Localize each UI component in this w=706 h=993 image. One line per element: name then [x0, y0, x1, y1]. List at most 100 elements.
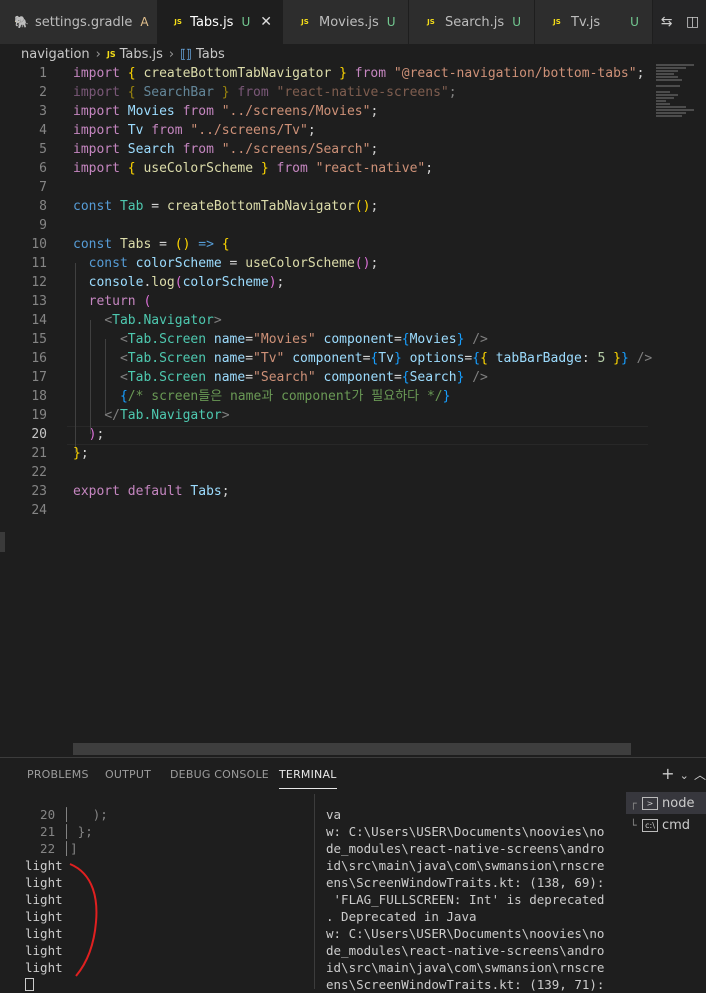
code-token: "../screens/Search"	[221, 142, 371, 157]
code-token: import	[73, 85, 120, 100]
code-token: {	[127, 161, 136, 176]
code-line[interactable]: 4 import Tv from "../screens/Tv";	[0, 121, 648, 140]
line-code: <Tab.Screen name="Tv" component={Tv} opt…	[73, 349, 652, 368]
horizontal-scrollbar[interactable]	[73, 743, 631, 755]
code-line[interactable]: 1 import { createBottomTabNavigator } fro…	[0, 64, 648, 83]
code-line[interactable]: 6 import { useColorScheme } from "react-n…	[0, 159, 648, 178]
code-line[interactable]: 16 <Tab.Screen name="Tv" component={Tv} …	[0, 349, 652, 368]
code-line[interactable]: 13 return (	[0, 292, 648, 311]
code-line[interactable]: 14 <Tab.Navigator>	[0, 311, 648, 330]
terminal-item-cmd[interactable]: └ c:\ cmd	[626, 814, 706, 836]
line-code: import { createBottomTabNavigator } from…	[73, 64, 644, 83]
terminal-output-right[interactable]: va w: C:\Users\USER\Documents\noovies\no d…	[326, 806, 604, 993]
tab-terminal[interactable]: TERMINAL	[279, 768, 337, 789]
tab-movies-js[interactable]: JS Movies.js U	[283, 0, 409, 44]
code-token: }	[393, 351, 402, 366]
code-line[interactable]: 21};	[0, 444, 648, 463]
code-line[interactable]: 10 const Tabs = () => {	[0, 235, 648, 254]
terminal-line: ens\ScreenWindowTraits.kt: (138, 69):	[326, 875, 605, 890]
code-line[interactable]: 15 <Tab.Screen name="Movies" component={…	[0, 330, 648, 349]
code-token: }	[339, 66, 347, 81]
compare-icon[interactable]: ⇆	[661, 14, 673, 30]
code-token: {	[401, 332, 410, 347]
code-token: <	[119, 370, 128, 385]
terminal-item-node[interactable]: ┌ > node	[626, 792, 706, 814]
code-line[interactable]: 12 console.log(colorScheme);	[0, 273, 648, 292]
symbol-icon: ⟦⟧	[180, 47, 192, 61]
code-token: Movies	[409, 332, 457, 347]
maximize-icon[interactable]: ︿	[694, 768, 706, 782]
code-line[interactable]: 2 import { SearchBar } from "react-native…	[0, 83, 648, 102]
split-editor-icon[interactable]: ◫	[686, 14, 699, 30]
code-token: Movies	[127, 104, 175, 119]
code-editor[interactable]: 1 import { createBottomTabNavigator } fro…	[0, 64, 652, 756]
line-number: 10	[31, 237, 47, 252]
tab-settings-gradle[interactable]: 🐘 settings.gradle A	[0, 0, 158, 44]
code-line[interactable]: 19 </Tab.Navigator>	[0, 406, 648, 425]
tab-problems[interactable]: PROBLEMS	[27, 768, 89, 781]
code-token: colorScheme	[182, 275, 269, 290]
code-line[interactable]: 22	[0, 463, 648, 482]
tab-tabs-js[interactable]: JS Tabs.js U ✕	[158, 0, 283, 44]
code-token: from	[237, 85, 269, 100]
tab-label: Movies.js	[319, 14, 379, 30]
minimap[interactable]	[656, 64, 696, 124]
code-line[interactable]: 18 {/* screen들은 name과 component가 필요하다 */…	[0, 387, 648, 406]
code-token: from	[182, 104, 214, 119]
cmd-icon: c:\	[642, 818, 658, 832]
code-token: >	[213, 313, 222, 328]
code-token: =	[245, 332, 254, 347]
breadcrumb-file[interactable]: Tabs.js	[120, 47, 163, 62]
code-token: }	[620, 351, 629, 366]
code-line[interactable]: 8 const Tab = createBottomTabNavigator();	[0, 197, 648, 216]
code-line[interactable]: 20 );	[0, 425, 648, 444]
code-line[interactable]: 7	[0, 178, 648, 197]
chevron-down-icon[interactable]: ⌄	[680, 769, 689, 782]
code-line[interactable]: 3 import Movies from "../screens/Movies";	[0, 102, 648, 121]
terminal-icon: >	[642, 796, 658, 810]
line-code: export default Tabs;	[73, 482, 230, 501]
line-code: <Tab.Navigator>	[73, 311, 222, 330]
code-line[interactable]: 11 const colorScheme = useColorScheme();	[0, 254, 648, 273]
code-token: Tab.Navigator	[112, 313, 214, 328]
code-token: "Search"	[253, 370, 316, 385]
line-code: const colorScheme = useColorScheme();	[73, 254, 379, 273]
code-token: const	[73, 237, 113, 252]
code-line[interactable]: 9	[0, 216, 648, 235]
code-line[interactable]: 24	[0, 501, 648, 520]
tab-label: Tv.js	[571, 14, 601, 30]
add-terminal-icon[interactable]: +	[661, 764, 674, 783]
close-icon[interactable]: ✕	[260, 14, 272, 30]
code-token: options	[409, 351, 465, 366]
code-token: ()	[354, 256, 371, 271]
tab-search-js[interactable]: JS Search.js U	[409, 0, 535, 44]
breadcrumb-folder[interactable]: navigation	[21, 47, 90, 62]
code-line[interactable]: 5 import Search from "../screens/Search";	[0, 140, 648, 159]
panel-tabs: PROBLEMS OUTPUT DEBUG CONSOLE TERMINAL +…	[0, 758, 706, 792]
code-line[interactable]: 17 <Tab.Screen name="Search" component={…	[0, 368, 648, 387]
terminal-line: id\src\main\java\com\swmansion\rnscre	[326, 960, 605, 975]
line-code: return (	[73, 292, 152, 311]
code-token: import	[73, 123, 120, 138]
code-line[interactable]: 23 export default Tabs;	[0, 482, 648, 501]
chevron-right-icon: ›	[95, 46, 101, 62]
tab-debug-console[interactable]: DEBUG CONSOLE	[170, 768, 269, 781]
code-token: default	[127, 484, 183, 499]
terminal-line: 20 │ );	[25, 807, 108, 822]
tab-tv-js[interactable]: JS Tv.js U	[535, 0, 653, 44]
terminal-split-divider[interactable]	[314, 794, 315, 989]
tab-output[interactable]: OUTPUT	[105, 768, 151, 781]
code-token: ()	[354, 199, 371, 214]
breadcrumb-symbol[interactable]: Tabs	[196, 47, 225, 62]
